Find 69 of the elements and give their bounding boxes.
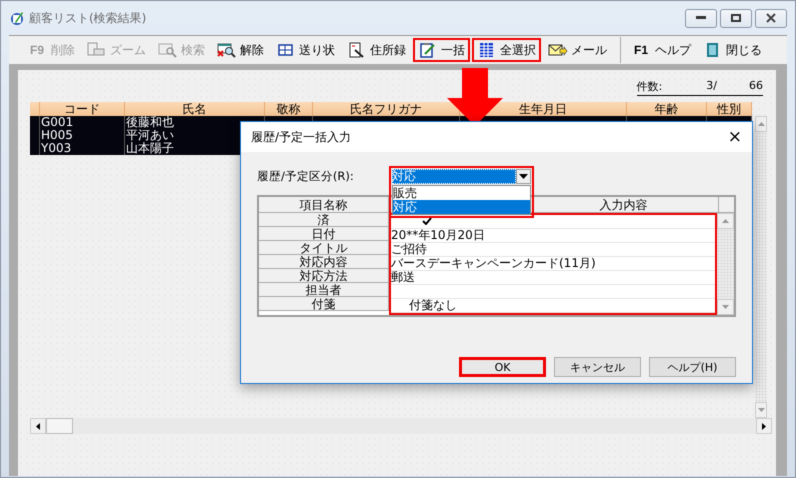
maximize-button[interactable] — [720, 8, 752, 28]
type-dropdown[interactable]: 対応 — [392, 169, 531, 184]
row-header: 日付 — [259, 227, 389, 241]
dropdown-icon — [519, 174, 528, 179]
table-cell: 後藤和也 — [126, 116, 174, 129]
help-button[interactable]: ヘルプ(H) — [649, 357, 736, 377]
scroll-up-icon — [758, 122, 764, 126]
toolbar-button[interactable]: 解除 — [212, 38, 270, 62]
app-icon — [9, 10, 25, 26]
envelope-icon — [548, 42, 568, 58]
toolbar-button[interactable]: 一括 — [413, 38, 470, 62]
toolbar-button[interactable]: 閉じる — [698, 38, 768, 62]
table-cell: H005 — [41, 129, 73, 142]
clear-search-icon — [217, 42, 238, 58]
field-label: 履歴/予定区分(R): — [257, 168, 355, 184]
row-header: 付箋 — [259, 297, 389, 311]
dialog-title: 履歴/予定一括入力 — [251, 128, 352, 146]
toolbar-button[interactable]: メール — [543, 38, 612, 62]
toolbar-button[interactable]: 全選択 — [472, 38, 542, 62]
scroll-right-icon — [762, 422, 766, 430]
toolbar-button[interactable]: F1 ヘルプ — [629, 38, 696, 62]
count-total: 66 — [749, 79, 763, 94]
row-header: 対応方法 — [259, 269, 389, 283]
count-shown: 3/ — [706, 79, 717, 94]
column-header[interactable]: 氏名フリガナ — [313, 102, 460, 116]
dropdown-option[interactable]: 対応 — [393, 200, 530, 214]
scroll-thumb[interactable] — [46, 418, 73, 434]
maximize-icon — [731, 14, 741, 22]
close-icon — [766, 13, 776, 23]
close-button[interactable] — [755, 8, 787, 28]
dropdown-option[interactable]: 販売 — [393, 186, 530, 200]
count-label: 件数: — [636, 79, 662, 94]
grid-value[interactable]: バースデーキャンペーンカード(11月) — [391, 257, 596, 270]
scroll-left-icon — [36, 422, 40, 430]
header-cell — [30, 102, 40, 116]
minimize-button[interactable] — [685, 8, 717, 28]
row-header: 対応内容 — [259, 255, 389, 269]
window-title: 顧客リスト(検索結果) — [29, 10, 146, 26]
row-header: 担当者 — [259, 283, 389, 297]
close-button[interactable]: × — [728, 127, 742, 147]
vertical-scrollbar[interactable] — [717, 213, 734, 315]
zoom-icon — [87, 42, 108, 58]
column-header[interactable]: コード — [40, 102, 125, 116]
vertical-scrollbar[interactable] — [755, 116, 767, 418]
row-header: 済 — [259, 213, 389, 227]
grid-value[interactable]: 20**年10月20日 — [391, 229, 485, 242]
minimize-icon — [696, 16, 706, 20]
toolbar-button[interactable]: 住所録 — [342, 38, 412, 62]
scroll-down-icon — [758, 408, 764, 412]
column-header[interactable]: 性別 — [707, 102, 752, 116]
ok-button[interactable]: OK — [459, 357, 546, 377]
table-cell: 山本陽子 — [126, 142, 174, 155]
column-header[interactable]: 氏名 — [125, 102, 265, 116]
scroll-down-icon — [722, 305, 730, 309]
toolbar-button[interactable]: 送り状 — [271, 38, 340, 62]
search-icon — [158, 42, 178, 58]
grid-value[interactable]: 郵送 — [391, 271, 415, 284]
table-cell: G001 — [41, 116, 74, 129]
checkbox[interactable] — [421, 215, 433, 227]
column-header[interactable]: 年齢 — [627, 102, 707, 116]
grid-value[interactable]: 付箋なし — [409, 299, 457, 312]
cancel-button[interactable]: キャンセル — [554, 357, 641, 377]
column-header: 入力内容 — [600, 198, 648, 212]
row-header: タイトル — [259, 241, 389, 255]
scroll-up-icon — [722, 219, 730, 223]
grid-value[interactable]: ご招待 — [391, 243, 427, 256]
column-header[interactable]: 敬称 — [265, 102, 313, 116]
table-cell: 平河あい — [126, 129, 174, 142]
table-cell: Y003 — [41, 142, 72, 155]
